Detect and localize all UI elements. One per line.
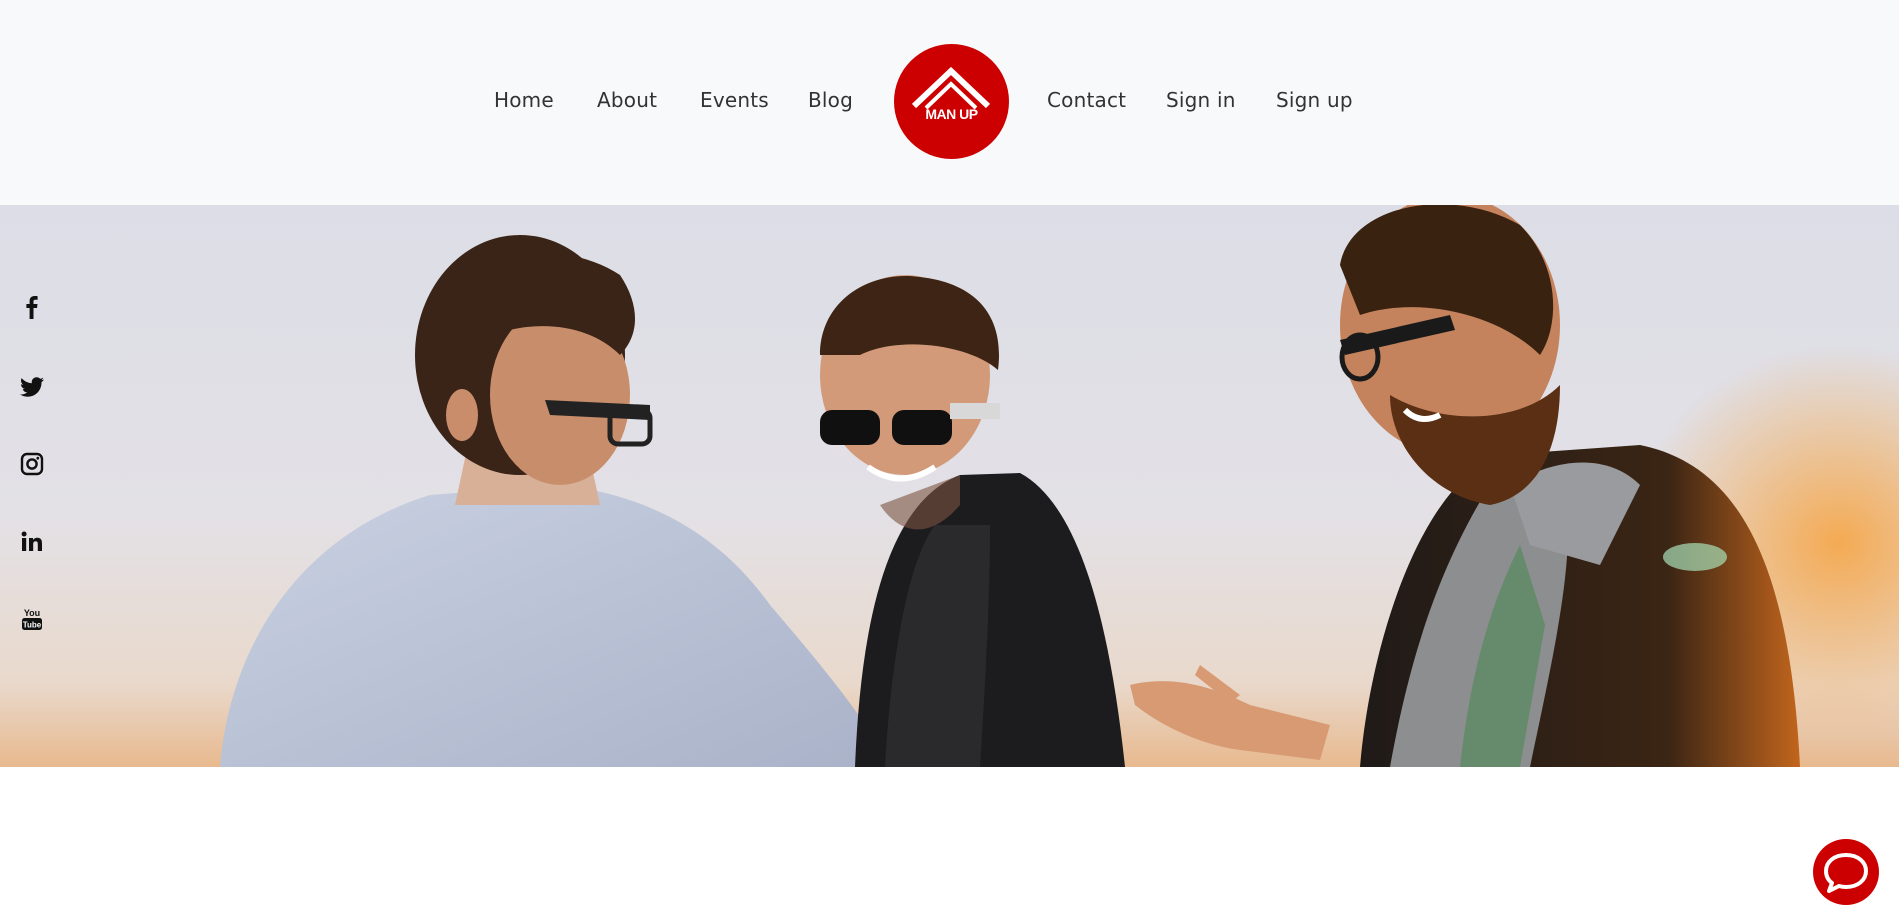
nav-sign-up[interactable]: Sign up bbox=[1276, 88, 1353, 112]
instagram-icon[interactable] bbox=[17, 449, 47, 479]
nav-contact[interactable]: Contact bbox=[1047, 88, 1126, 112]
roof-chevron-logo-icon bbox=[911, 66, 991, 110]
logo-text: MAN UP bbox=[925, 106, 978, 122]
nav-blog[interactable]: Blog bbox=[808, 88, 853, 112]
svg-text:You: You bbox=[24, 608, 40, 618]
three-men-photo-icon bbox=[0, 205, 1899, 767]
nav-about[interactable]: About bbox=[597, 88, 657, 112]
svg-text:Tube: Tube bbox=[23, 621, 42, 630]
linkedin-icon[interactable] bbox=[17, 527, 47, 557]
man-up-logo[interactable]: MAN UP bbox=[894, 44, 1009, 159]
site-header: Home About Events Blog MAN UP Contact Si… bbox=[0, 0, 1899, 205]
twitter-icon[interactable] bbox=[17, 371, 47, 401]
nav-events[interactable]: Events bbox=[700, 88, 769, 112]
youtube-icon[interactable]: You Tube bbox=[17, 604, 47, 634]
chat-bubble-icon bbox=[1824, 853, 1868, 893]
nav-home[interactable]: Home bbox=[494, 88, 554, 112]
hero-image bbox=[0, 205, 1899, 767]
nav-sign-in[interactable]: Sign in bbox=[1166, 88, 1236, 112]
chat-button[interactable] bbox=[1813, 839, 1879, 905]
facebook-icon[interactable] bbox=[17, 292, 47, 322]
